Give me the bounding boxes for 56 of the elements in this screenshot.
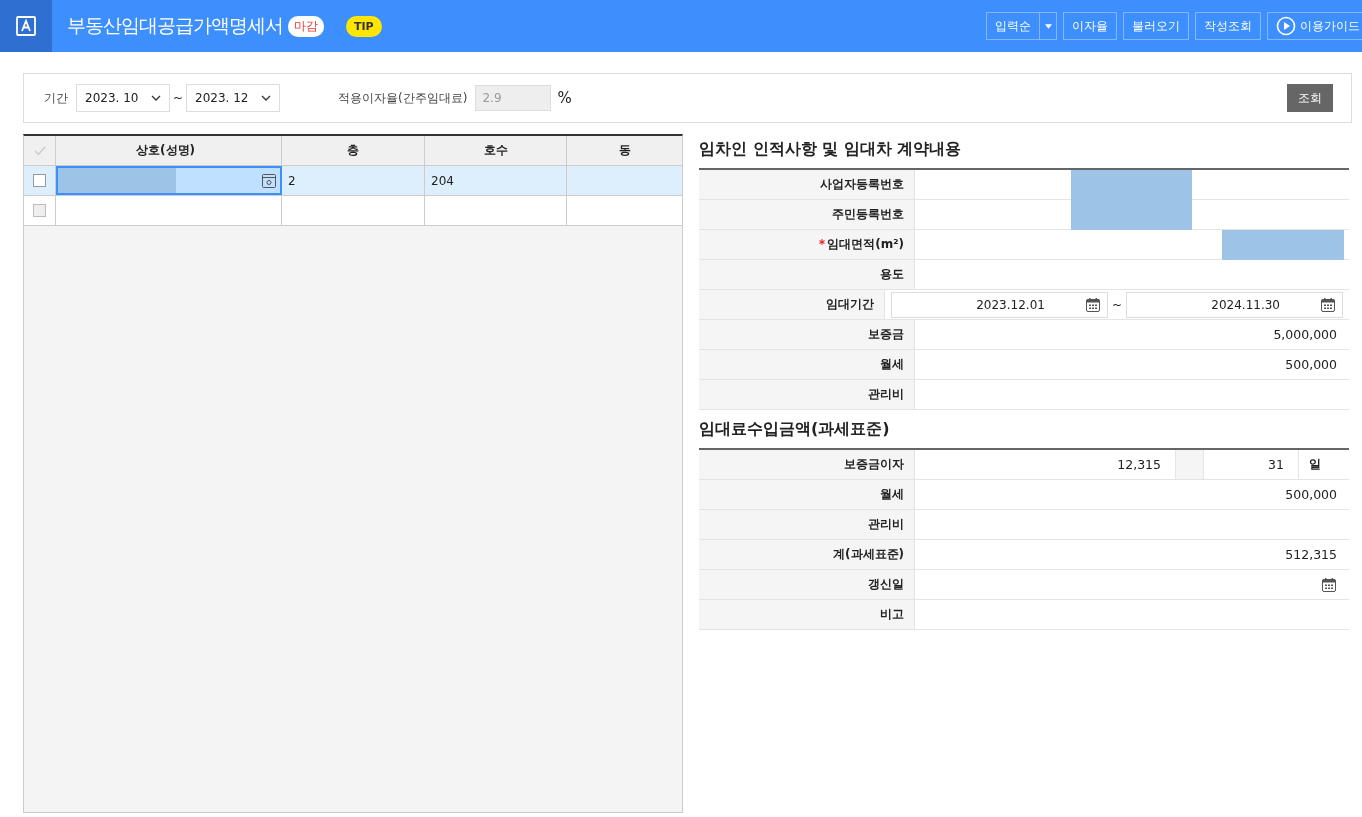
row-checkbox[interactable] <box>33 204 46 217</box>
calendar-icon[interactable] <box>1320 296 1336 313</box>
column-header[interactable]: 동 <box>567 136 682 165</box>
field-label: 월세 <box>699 480 915 509</box>
range-separator: ~ <box>1111 297 1122 312</box>
required-icon <box>819 238 826 245</box>
range-separator: ~ <box>173 91 184 105</box>
month-select[interactable]: 2023. 12 <box>186 84 281 112</box>
unit-label: % <box>557 89 572 107</box>
field-label: 임대면적(m²) <box>699 230 915 259</box>
table-row[interactable] <box>24 196 682 226</box>
calendar-icon[interactable] <box>1084 296 1101 313</box>
date-field[interactable]: 2024.11.30 <box>1126 291 1343 318</box>
date-field[interactable]: 2023.12.01 <box>890 291 1108 318</box>
column-header[interactable]: 호수 <box>425 136 567 165</box>
field-label: 계(과세표준) <box>699 540 915 569</box>
row-checkbox[interactable] <box>33 174 46 187</box>
table-cell: 2 <box>288 173 296 188</box>
field-value: 512,315 <box>1285 547 1337 562</box>
field-label: 보증금 <box>699 320 915 349</box>
calendar-icon[interactable] <box>1321 576 1337 593</box>
rate-label: 적용이자율(간주임대료) <box>338 89 468 107</box>
field-value: 500,000 <box>1285 357 1337 372</box>
chevron-down-icon <box>151 95 161 101</box>
field-label: 월세 <box>699 350 915 379</box>
table-cell[interactable] <box>56 166 282 195</box>
play-icon <box>1276 16 1296 36</box>
sort-dropdown-button[interactable] <box>1039 12 1057 40</box>
field-label: 임대기간 <box>699 290 885 319</box>
field-label: 사업자등록번호 <box>699 170 915 199</box>
field-label: 갱신일 <box>699 570 915 599</box>
search-button[interactable]: 조회 <box>1287 84 1333 112</box>
days-value: 31 <box>1267 457 1285 472</box>
page-title: 부동산임대공급가액명세서 <box>67 13 283 38</box>
table-row[interactable]: 2 204 <box>24 166 682 196</box>
field-label: 보증금이자 <box>699 450 915 479</box>
field-label: 용도 <box>699 260 915 289</box>
period-label: 기간 <box>44 89 68 107</box>
field-label: 주민등록번호 <box>699 200 915 229</box>
field-label: 관리비 <box>699 380 915 409</box>
field-value: 12,315 <box>1116 457 1162 472</box>
field-value: 500,000 <box>1285 487 1337 502</box>
check-icon <box>33 145 46 156</box>
column-header[interactable]: 상호(성명) <box>56 136 282 165</box>
table-cell: 204 <box>431 173 454 188</box>
month-select[interactable]: 2023. 10 <box>76 84 170 112</box>
status-badge: 마감 <box>288 15 324 37</box>
unit-label: 일 <box>1298 450 1349 479</box>
lookup-icon[interactable] <box>262 173 276 188</box>
column-header[interactable]: 층 <box>282 136 425 165</box>
chevron-down-icon <box>261 95 272 101</box>
field-label: 비고 <box>699 600 915 629</box>
tip-button[interactable]: TIP <box>346 15 382 37</box>
caret-icon <box>1044 23 1052 29</box>
field-value: 5,000,000 <box>1273 327 1337 342</box>
field-label: 관리비 <box>699 510 915 539</box>
